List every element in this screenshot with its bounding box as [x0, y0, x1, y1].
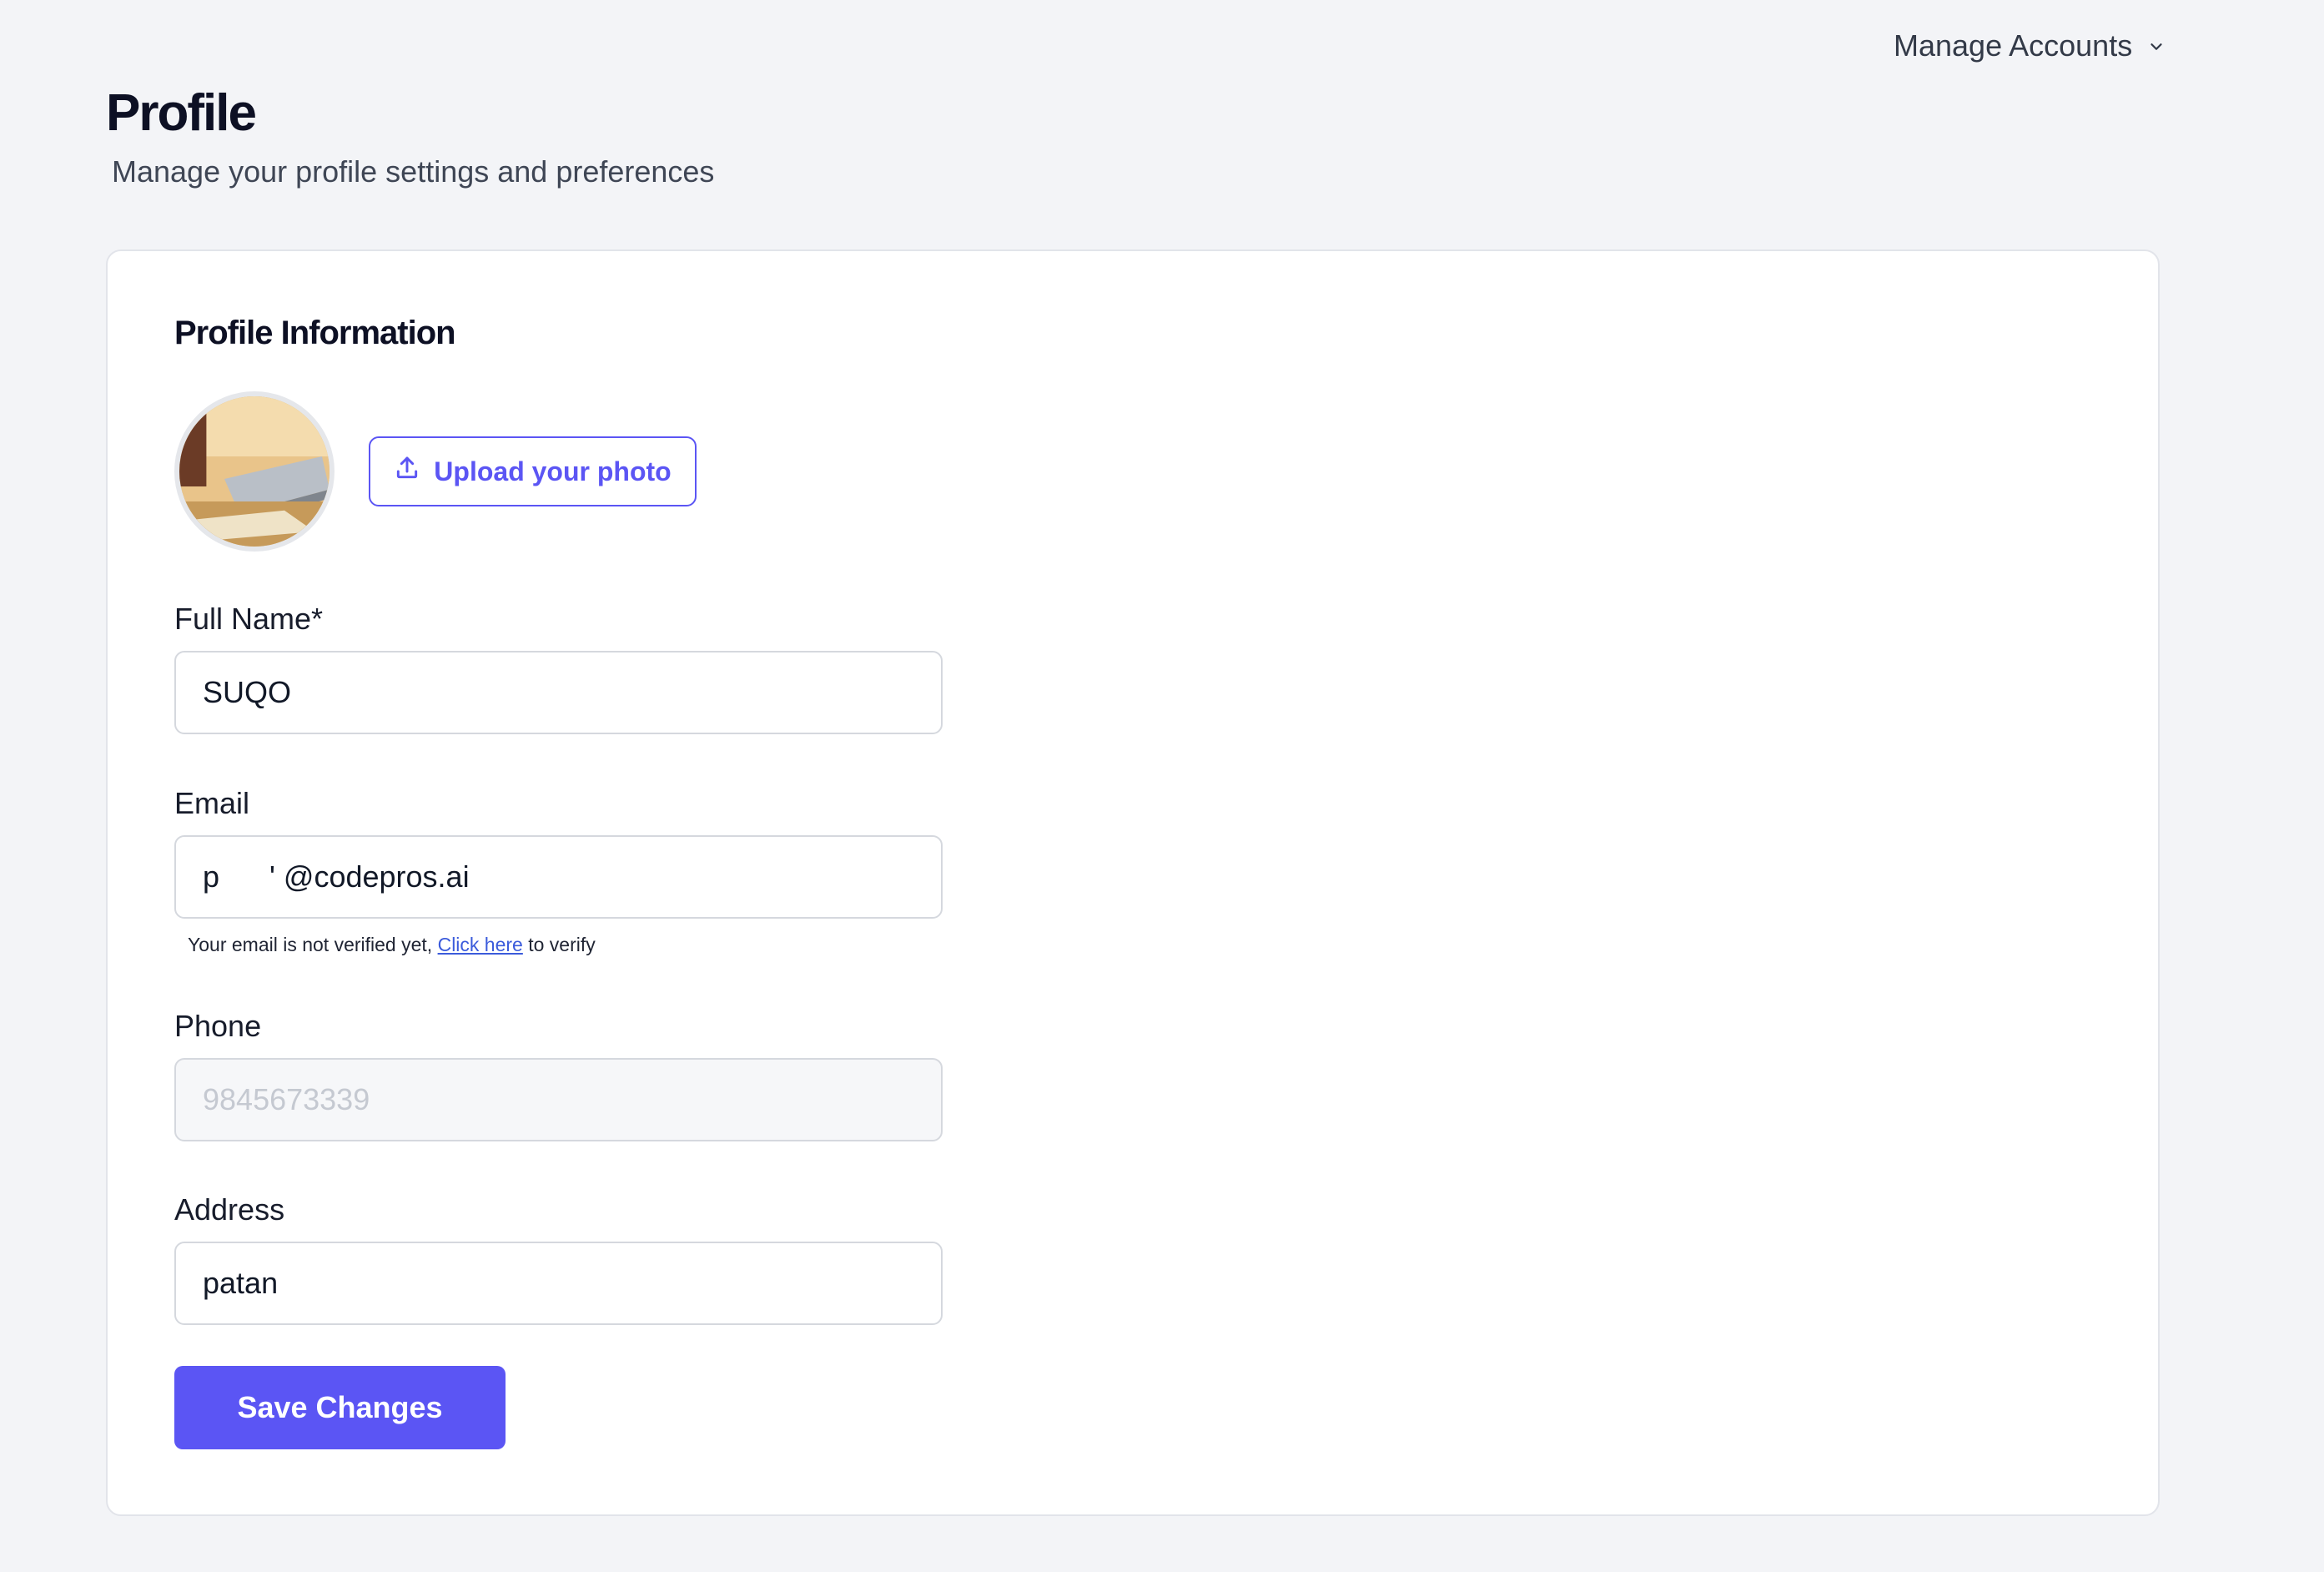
phone-field: [174, 1058, 943, 1141]
email-field[interactable]: [174, 835, 943, 919]
upload-photo-label: Upload your photo: [434, 456, 672, 486]
profile-page: Manage Accounts Profile Manage your prof…: [0, 0, 2324, 1572]
email-label: Email: [174, 786, 250, 820]
address-label: Address: [174, 1192, 285, 1227]
verify-note-prefix: Your email is not verified yet,: [188, 934, 433, 955]
verify-email-link[interactable]: Click here: [438, 934, 523, 955]
profile-card: Profile Information Upload your photo Fu…: [106, 249, 2160, 1516]
full-name-label: Full Name*: [174, 602, 324, 636]
address-field[interactable]: [174, 1242, 943, 1325]
section-title: Profile Information: [174, 315, 456, 351]
avatar: [174, 391, 335, 552]
chevron-down-icon: [2147, 28, 2166, 63]
save-changes-button[interactable]: Save Changes: [174, 1366, 506, 1449]
page-title: Profile: [106, 84, 257, 142]
verify-note-suffix: to verify: [528, 934, 596, 955]
manage-accounts-label: Manage Accounts: [1894, 28, 2133, 63]
full-name-field[interactable]: [174, 651, 943, 734]
upload-icon: [394, 455, 420, 488]
email-verify-note: Your email is not verified yet, Click he…: [188, 934, 596, 956]
upload-photo-button[interactable]: Upload your photo: [369, 436, 697, 506]
phone-label: Phone: [174, 1009, 262, 1043]
page-subtitle: Manage your profile settings and prefere…: [112, 154, 715, 189]
manage-accounts-dropdown[interactable]: Manage Accounts: [1894, 28, 2166, 63]
